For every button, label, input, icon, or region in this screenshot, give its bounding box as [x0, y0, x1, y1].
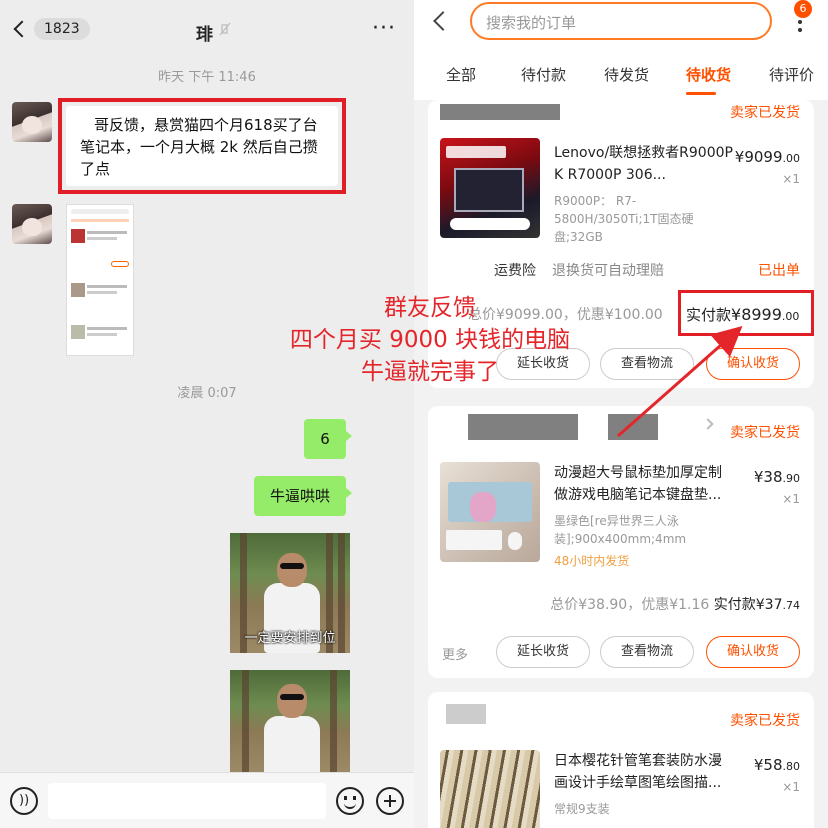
insurance-desc: 退换货可自动理赔: [552, 263, 664, 279]
shop-name-redacted: [446, 704, 486, 724]
chevron-right-icon[interactable]: [702, 418, 714, 430]
plus-icon[interactable]: [376, 787, 404, 815]
order-status: 卖家已发货: [730, 105, 800, 121]
tab-pending-review[interactable]: 待评价: [769, 64, 814, 85]
product-image[interactable]: [440, 750, 540, 828]
voice-icon[interactable]: )): [10, 787, 38, 815]
chat-panel: 1823 琲 ··· 昨天 下午 11:46 哥反馈，悬赏猫四个月618买了台笔…: [0, 0, 414, 828]
message-bubble[interactable]: 牛逼哄哄: [254, 476, 352, 516]
chevron-left-icon: [13, 20, 31, 38]
order-summary: 总价¥38.90，优惠¥1.16 实付款¥37.74: [550, 597, 800, 613]
product-name[interactable]: 日本樱花针管笔套装防水漫画设计手绘草图笔绘图描...: [554, 750, 734, 794]
input-bar: )): [0, 772, 414, 828]
shop-name-redacted: [468, 414, 578, 440]
product-quantity: ×1: [782, 780, 800, 794]
product-quantity: ×1: [782, 172, 800, 186]
search-input[interactable]: 搜索我的订单: [470, 2, 772, 40]
insurance-status: 已出单: [758, 263, 800, 279]
tab-pending-shipment[interactable]: 待发货: [604, 64, 649, 85]
sticker-image[interactable]: [230, 670, 350, 772]
message-bubble[interactable]: 哥反馈，悬赏猫四个月618买了台笔记本，一个月大概 2k 然后自己攒了点: [66, 106, 338, 186]
notification-badge: 6: [794, 0, 812, 18]
emoji-icon[interactable]: [336, 787, 364, 815]
orders-header: 搜索我的订单 6 全部 待付款 待发货 待收货 待评价: [414, 0, 828, 100]
unread-count: 1823: [34, 18, 90, 40]
product-price: ¥38.90: [753, 468, 800, 486]
insurance-label: 运费险: [494, 263, 536, 279]
annotation-text: 群友反馈 四个月买 9000 块钱的电脑 牛逼就完事了: [289, 295, 571, 385]
more-link[interactable]: 更多: [442, 644, 468, 663]
product-spec: 墨绿色[re异世界三人泳装];900x400mm;4mm: [554, 514, 687, 546]
product-spec: 常规9支装: [554, 802, 610, 816]
sticker-image[interactable]: 一定要安排到位: [230, 533, 350, 653]
avatar[interactable]: [12, 204, 52, 244]
avatar[interactable]: [12, 102, 52, 142]
product-image[interactable]: [440, 138, 540, 238]
product-price: ¥58.80: [753, 756, 800, 774]
order-card[interactable]: 卖家已发货 日本樱花针管笔套装防水漫画设计手绘草图笔绘图描... 常规9支装 ¥…: [428, 692, 814, 828]
active-tab-indicator: [686, 92, 716, 95]
product-image[interactable]: [440, 462, 540, 562]
extend-receipt-button[interactable]: 延长收货: [496, 636, 590, 668]
sticker-caption: 一定要安排到位: [244, 631, 336, 646]
order-status: 卖家已发货: [730, 713, 800, 729]
tab-pending-payment[interactable]: 待付款: [521, 64, 566, 85]
view-logistics-button[interactable]: 查看物流: [600, 636, 694, 668]
tab-all[interactable]: 全部: [446, 64, 476, 85]
message-input[interactable]: [48, 783, 326, 819]
more-icon[interactable]: ···: [372, 18, 396, 40]
search-placeholder: 搜索我的订单: [486, 14, 577, 32]
shop-name-redacted: [440, 104, 560, 120]
product-name[interactable]: Lenovo/联想拯救者R9000P K R7000P 306...: [554, 142, 734, 186]
product-name[interactable]: 动漫超大号鼠标垫加厚定制做游戏电脑笔记本键盘垫...: [554, 462, 734, 506]
mute-icon: [219, 22, 231, 36]
order-card[interactable]: 卖家已发货 动漫超大号鼠标垫加厚定制做游戏电脑笔记本键盘垫... 墨绿色[re异…: [428, 406, 814, 678]
tab-bar: 全部 待付款 待发货 待收货 待评价: [414, 64, 828, 95]
paid-amount: 实付款¥8999.00: [686, 305, 800, 324]
confirm-receipt-button[interactable]: 确认收货: [706, 348, 800, 380]
chat-header: 1823 琲 ···: [0, 0, 414, 58]
timestamp: 昨天 下午 11:46: [158, 70, 256, 85]
shop-name-redacted: [608, 414, 658, 440]
tab-pending-receipt[interactable]: 待收货: [686, 64, 731, 85]
confirm-receipt-button[interactable]: 确认收货: [706, 636, 800, 668]
screenshot-thumbnail[interactable]: [66, 204, 134, 356]
product-spec: R9000P： R7-5800H/3050Ti;1T固态硬盘;32GB: [554, 194, 694, 244]
chevron-left-icon[interactable]: [433, 11, 453, 31]
order-status: 卖家已发货: [730, 425, 800, 441]
product-quantity: ×1: [782, 492, 800, 506]
chat-title: 琲: [196, 25, 213, 45]
orders-panel: 搜索我的订单 6 全部 待付款 待发货 待收货 待评价 卖家已发货 Lenovo…: [414, 0, 828, 828]
product-price: ¥9099.00: [734, 148, 800, 166]
back-button[interactable]: 1823: [12, 18, 90, 40]
message-bubble[interactable]: 6: [304, 419, 352, 459]
shipping-note: 48小时内发货: [554, 554, 630, 568]
